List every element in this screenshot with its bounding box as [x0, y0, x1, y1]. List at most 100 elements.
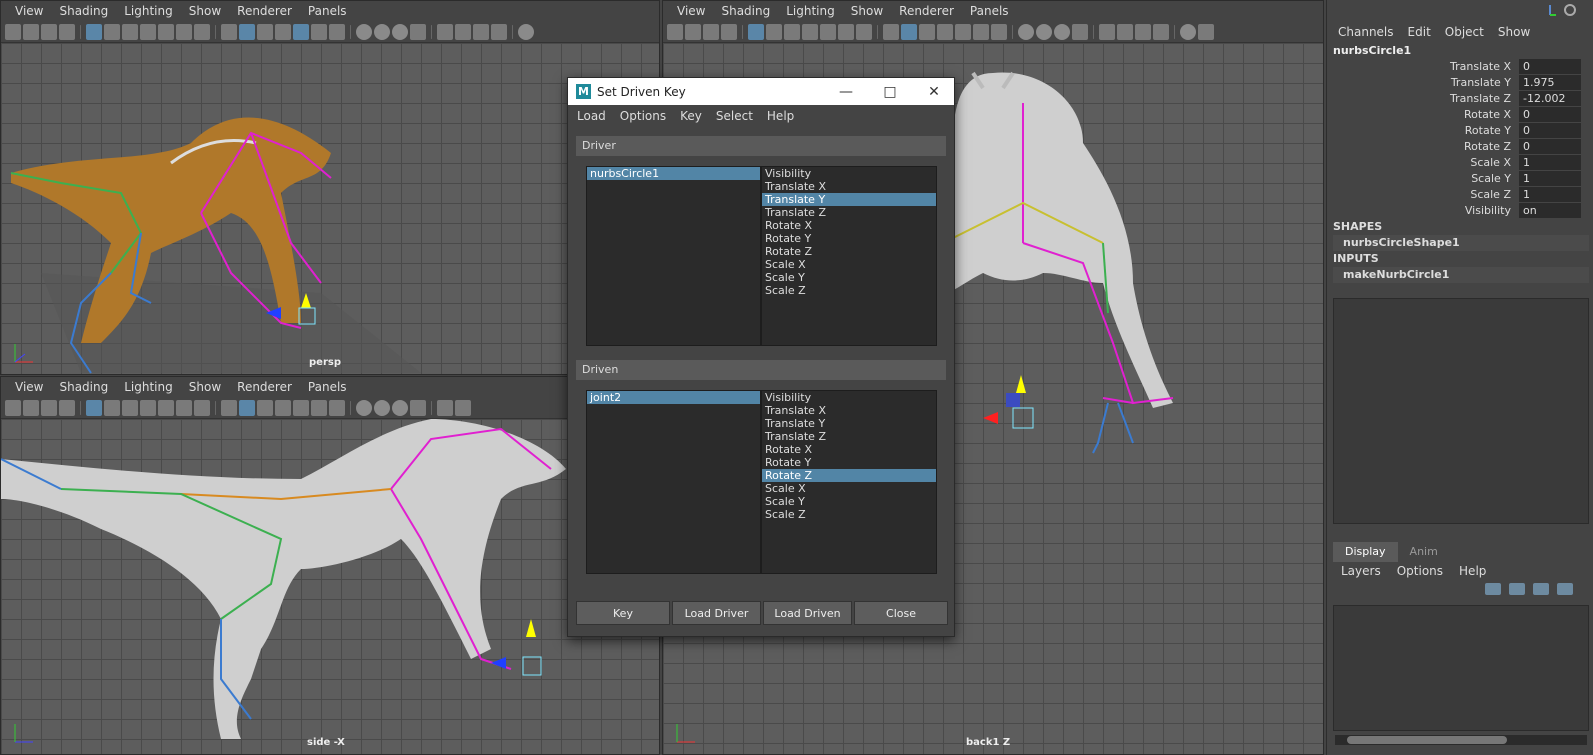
load-driver-button[interactable]: Load Driver: [672, 601, 761, 625]
menu-view[interactable]: View: [7, 4, 51, 18]
driver-attr-item[interactable]: Scale Y: [762, 271, 936, 284]
driven-attribute-list[interactable]: Visibility Translate X Translate Y Trans…: [761, 390, 937, 574]
channel-value[interactable]: 0: [1519, 58, 1581, 74]
channel-row[interactable]: Visibility on: [1327, 202, 1589, 218]
channel-label[interactable]: Translate X: [1327, 60, 1519, 73]
anti-aliasing-icon[interactable]: [1054, 23, 1070, 40]
gamma-icon[interactable]: [518, 23, 534, 40]
channel-value[interactable]: 0: [1519, 122, 1581, 138]
resolution-gate-icon[interactable]: [784, 23, 800, 40]
scrollbar-thumb[interactable]: [1347, 736, 1507, 744]
channel-value[interactable]: 0: [1519, 106, 1581, 122]
menu-layers[interactable]: Layers: [1333, 564, 1389, 578]
smooth-shade-icon[interactable]: [239, 399, 255, 416]
move-manipulator-y[interactable]: [526, 619, 536, 637]
smooth-shade-icon[interactable]: [901, 23, 917, 40]
select-camera-icon[interactable]: [5, 23, 21, 40]
textured-icon[interactable]: [955, 23, 971, 40]
xray-icon[interactable]: [1117, 23, 1133, 40]
minimize-icon[interactable]: —: [824, 78, 868, 105]
driven-attr-item-selected[interactable]: Rotate Z: [762, 469, 936, 482]
channel-row[interactable]: Translate Z -12.002: [1327, 90, 1589, 106]
channel-label[interactable]: Translate Y: [1327, 76, 1519, 89]
menu-shading[interactable]: Shading: [713, 4, 778, 18]
xray-icon[interactable]: [455, 23, 471, 40]
gamma-icon[interactable]: [1180, 23, 1196, 40]
menu-view[interactable]: View: [669, 4, 713, 18]
select-camera-icon[interactable]: [667, 23, 683, 40]
key-button[interactable]: Key: [576, 601, 670, 625]
driver-attr-item[interactable]: Scale Z: [762, 284, 936, 297]
tab-anim[interactable]: Anim: [1398, 542, 1450, 562]
film-gate-icon[interactable]: [766, 23, 782, 40]
menu-lighting[interactable]: Lighting: [116, 4, 181, 18]
move-layer-up-icon[interactable]: [1485, 583, 1501, 595]
driven-attr-item[interactable]: Translate X: [762, 404, 936, 417]
safe-title-icon[interactable]: [194, 399, 210, 416]
driven-attr-item[interactable]: Translate Y: [762, 417, 936, 430]
wireframe-icon[interactable]: [221, 23, 237, 40]
bookmarks-icon[interactable]: [703, 23, 719, 40]
menu-lighting[interactable]: Lighting: [778, 4, 843, 18]
channel-row[interactable]: Scale X1: [1327, 154, 1589, 170]
channel-label[interactable]: Rotate X: [1327, 108, 1519, 121]
menu-panels[interactable]: Panels: [300, 4, 355, 18]
safe-action-icon[interactable]: [838, 23, 854, 40]
menu-shading[interactable]: Shading: [51, 4, 116, 18]
resolution-gate-icon[interactable]: [122, 23, 138, 40]
driven-attr-item[interactable]: Rotate X: [762, 443, 936, 456]
persp-viewport[interactable]: View Shading Lighting Show Renderer Pane…: [0, 0, 660, 375]
camera-attributes-icon[interactable]: [23, 23, 39, 40]
isolate-select-icon[interactable]: [1099, 23, 1115, 40]
menu-select[interactable]: Select: [709, 109, 760, 123]
driver-attr-item[interactable]: Visibility: [762, 167, 936, 180]
grid-icon[interactable]: [86, 399, 102, 416]
menu-object[interactable]: Object: [1438, 25, 1491, 39]
image-plane-icon[interactable]: [59, 23, 75, 40]
side-viewport[interactable]: View Shading Lighting Show Renderer Pane…: [0, 376, 660, 755]
film-gate-icon[interactable]: [104, 399, 120, 416]
field-chart-icon[interactable]: [820, 23, 836, 40]
bookmarks-icon[interactable]: [41, 23, 57, 40]
film-gate-icon[interactable]: [104, 23, 120, 40]
channel-label[interactable]: Visibility: [1327, 204, 1519, 217]
depth-of-field-icon[interactable]: [410, 23, 426, 40]
shadows-icon[interactable]: [329, 399, 345, 416]
ambient-occlusion-icon[interactable]: [356, 399, 372, 416]
maximize-icon[interactable]: □: [868, 78, 912, 105]
settings-icon[interactable]: [1563, 3, 1577, 17]
ambient-occlusion-icon[interactable]: [1018, 23, 1034, 40]
channel-row[interactable]: Scale Z1: [1327, 186, 1589, 202]
default-material-icon[interactable]: [257, 399, 273, 416]
input-node[interactable]: makeNurbCircle1: [1333, 267, 1589, 283]
xray-icon[interactable]: [455, 399, 471, 416]
xray-joints-icon[interactable]: [473, 23, 489, 40]
driven-attr-item[interactable]: Translate Z: [762, 430, 936, 443]
driven-object-item[interactable]: joint2: [587, 391, 760, 404]
channel-row[interactable]: Rotate X0: [1327, 106, 1589, 122]
tab-display[interactable]: Display: [1333, 542, 1398, 562]
color-management-icon[interactable]: [1198, 23, 1214, 40]
dialog-titlebar[interactable]: M Set Driven Key — □ ✕: [568, 78, 954, 105]
nurbs-circle-control[interactable]: [522, 656, 542, 676]
driven-attr-item[interactable]: Scale X: [762, 482, 936, 495]
plane-handle[interactable]: [1006, 393, 1020, 407]
driven-attr-item[interactable]: Rotate Y: [762, 456, 936, 469]
channel-label[interactable]: Rotate Z: [1327, 140, 1519, 153]
channel-row[interactable]: Scale Y1: [1327, 170, 1589, 186]
isolate-select-icon[interactable]: [437, 23, 453, 40]
motion-blur-icon[interactable]: [374, 23, 390, 40]
wireframe-on-shaded-icon[interactable]: [937, 23, 953, 40]
lights-icon[interactable]: [311, 399, 327, 416]
driven-object-list[interactable]: joint2: [586, 390, 761, 574]
channel-value[interactable]: 1: [1519, 170, 1581, 186]
driven-attr-item[interactable]: Scale Z: [762, 508, 936, 521]
textured-icon[interactable]: [293, 399, 309, 416]
menu-show[interactable]: Show: [843, 4, 891, 18]
bookmarks-icon[interactable]: [41, 399, 57, 416]
driver-object-item[interactable]: nurbsCircle1: [587, 167, 760, 180]
xray-active-icon[interactable]: [1153, 23, 1169, 40]
menu-options[interactable]: Options: [1389, 564, 1451, 578]
menu-help[interactable]: Help: [1451, 564, 1494, 578]
smooth-shade-icon[interactable]: [239, 23, 255, 40]
